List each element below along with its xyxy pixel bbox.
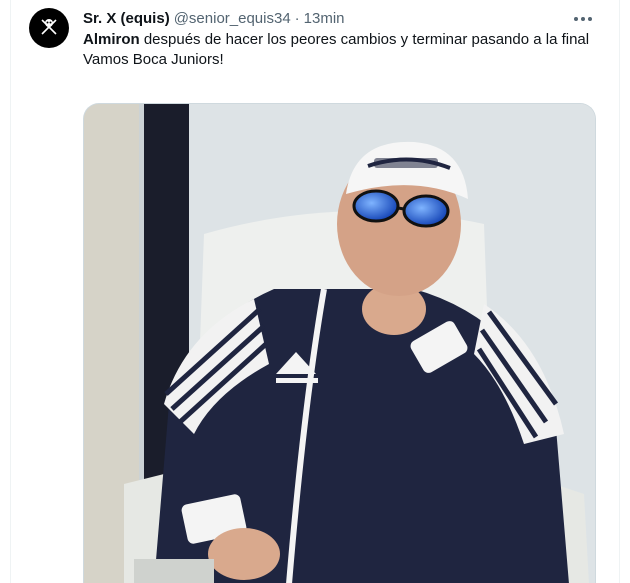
tweet-media-video[interactable] xyxy=(83,103,596,583)
tweet-text-bold: Almiron xyxy=(83,31,140,48)
hand-lower xyxy=(208,528,280,580)
separator-dot: · xyxy=(294,9,300,27)
timeline-border-right xyxy=(619,0,620,583)
more-dots-icon xyxy=(573,9,593,27)
display-name[interactable]: Sr. X (equis) xyxy=(83,10,170,27)
more-button[interactable] xyxy=(571,6,595,30)
tweet-text-line1: Almiron después de hacer los peores camb… xyxy=(83,30,603,50)
tweet[interactable]: Sr. X (equis) @senior_equis34 · 13min Al… xyxy=(11,0,619,583)
tweet-text-line2: Vamos Boca Juniors! xyxy=(83,51,224,68)
user-handle[interactable]: @senior_equis34 xyxy=(174,10,291,27)
tweet-text-rest: después de hacer los peores cambios y te… xyxy=(139,31,590,48)
tweet-text: Almiron después de hacer los peores camb… xyxy=(83,30,603,70)
tweet-header: Sr. X (equis) @senior_equis34 · 13min xyxy=(83,8,345,28)
video-frame-illustration xyxy=(84,104,595,583)
avatar[interactable] xyxy=(29,8,69,48)
timestamp[interactable]: 13min xyxy=(304,10,345,27)
skull-crossbones-icon xyxy=(37,14,61,43)
